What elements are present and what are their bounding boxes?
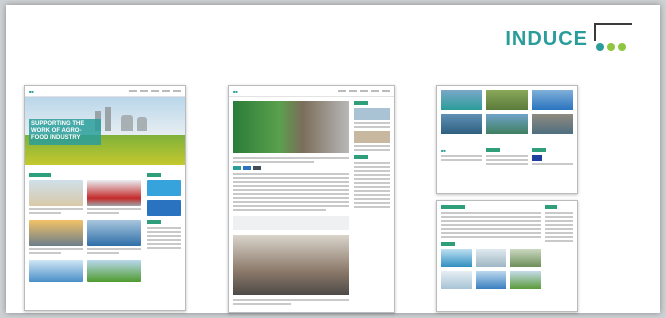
article-photo (233, 101, 349, 153)
homepage-screenshot: ■■ SUPPORTING THE WORK OF AGRO-FOOD INDU… (24, 85, 186, 311)
hero-banner: SUPPORTING THE WORK OF AGRO-FOOD INDUSTR… (25, 97, 185, 165)
factory-icon (594, 23, 632, 51)
presentation-slide: INDUCE ■■ SUPPORTING THE WORK OF AGRO-FO… (6, 5, 660, 313)
meeting-photo (233, 235, 349, 295)
category-grid-screenshot: ■■ (436, 85, 578, 194)
article-screenshot: ■■ (228, 85, 395, 313)
induce-logo: INDUCE (505, 23, 632, 51)
logo-text: INDUCE (505, 28, 588, 50)
news-list-screenshot (436, 200, 578, 312)
mini-logo: ■■ (29, 88, 34, 94)
hero-title: SUPPORTING THE WORK OF AGRO-FOOD INDUSTR… (31, 121, 85, 141)
